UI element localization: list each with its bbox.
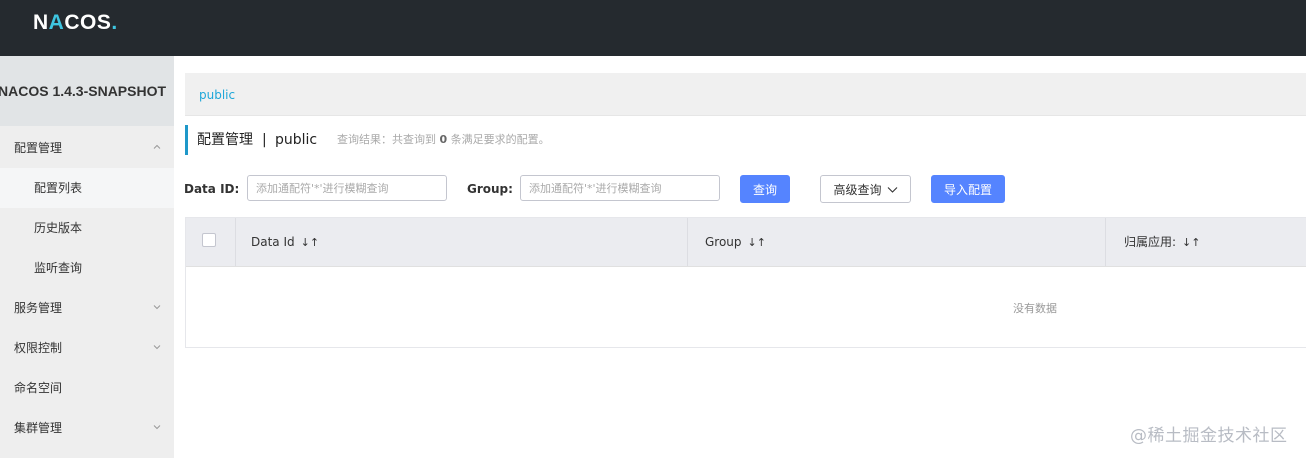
column-group[interactable]: Group ↓↑: [688, 218, 1106, 266]
sidebar-item-label: 历史版本: [34, 221, 83, 235]
import-config-button[interactable]: 导入配置: [931, 175, 1005, 203]
sidebar-item-config-management[interactable]: 配置管理: [0, 128, 174, 168]
sidebar-item-label: 服务管理: [14, 301, 63, 315]
sort-icon[interactable]: ↓↑: [301, 236, 319, 249]
column-label: Group: [705, 235, 742, 249]
sidebar-item-config-list[interactable]: 配置列表: [0, 168, 174, 208]
empty-state-text: 没有数据: [1013, 302, 1057, 315]
sidebar-item-label: 命名空间: [14, 381, 63, 395]
sort-icon[interactable]: ↓↑: [1182, 236, 1200, 249]
column-label: 归属应用:: [1124, 235, 1177, 249]
nacos-logo[interactable]: NACOS.: [33, 11, 118, 35]
import-config-label: 导入配置: [943, 183, 992, 197]
top-bar: NACOS.: [0, 0, 1306, 56]
version-label: NACOS 1.4.3-SNAPSHOT: [0, 83, 167, 99]
sidebar-title: NACOS 1.4.3-SNAPSHOT: [0, 56, 174, 126]
result-suffix: 条满足要求的配置。: [450, 133, 550, 146]
chevron-up-icon: [152, 128, 162, 168]
chevron-down-icon: [887, 177, 898, 205]
page-header: 配置管理 | public 查询结果：共查询到 0 条满足要求的配置。: [185, 125, 550, 155]
sort-icon[interactable]: ↓↑: [748, 236, 766, 249]
sidebar-item-namespace[interactable]: 命名空间: [0, 368, 174, 408]
select-all-checkbox[interactable]: [202, 233, 216, 247]
chevron-down-icon: [152, 328, 162, 368]
namespace-bar: public: [185, 73, 1306, 116]
chevron-down-icon: [152, 408, 162, 448]
query-result-summary: 查询结果：共查询到 0 条满足要求的配置。: [337, 125, 550, 155]
sidebar-item-label: 权限控制: [14, 341, 63, 355]
config-table: Data Id ↓↑ Group ↓↑ 归属应用: ↓↑ 没有数据: [185, 217, 1306, 348]
sidebar-item-cluster-management[interactable]: 集群管理: [0, 408, 174, 448]
table-header: Data Id ↓↑ Group ↓↑ 归属应用: ↓↑: [186, 218, 1306, 267]
column-label: Data Id: [251, 235, 295, 249]
group-label: Group:: [467, 182, 513, 196]
sidebar-item-history-version[interactable]: 历史版本: [0, 208, 174, 248]
sidebar: NACOS 1.4.3-SNAPSHOT 配置管理 配置列表 历史版本 监听查询…: [0, 56, 174, 458]
title-separator: |: [262, 132, 267, 148]
sidebar-item-label: 监听查询: [34, 261, 83, 275]
sidebar-item-access-control[interactable]: 权限控制: [0, 328, 174, 368]
logo-text-n: N: [33, 11, 49, 34]
sidebar-item-label: 配置管理: [14, 141, 63, 155]
result-count: 0: [439, 133, 448, 146]
data-id-label: Data ID:: [184, 182, 240, 196]
page-namespace: public: [275, 132, 318, 148]
sidebar-item-service-management[interactable]: 服务管理: [0, 288, 174, 328]
data-id-input[interactable]: [247, 175, 447, 201]
select-all-column: [186, 218, 236, 266]
result-prefix: 查询结果：共查询到: [337, 133, 436, 146]
logo-dot: .: [111, 11, 118, 34]
search-button[interactable]: 查询: [740, 175, 790, 203]
sidebar-item-listener-query[interactable]: 监听查询: [0, 248, 174, 288]
page-title: 配置管理: [197, 132, 253, 148]
advanced-query-button[interactable]: 高级查询: [820, 175, 911, 203]
logo-text-a: A: [48, 11, 65, 34]
column-app[interactable]: 归属应用: ↓↑: [1106, 218, 1306, 266]
group-input[interactable]: [520, 175, 720, 201]
search-button-label: 查询: [752, 183, 777, 197]
advanced-query-label: 高级查询: [833, 183, 882, 197]
watermark: @稀土掘金技术社区: [1130, 426, 1288, 446]
namespace-tab-public[interactable]: public: [199, 73, 235, 117]
column-data-id[interactable]: Data Id ↓↑: [235, 218, 688, 266]
chevron-down-icon: [152, 288, 162, 328]
logo-text-cos: COS: [64, 11, 112, 34]
sidebar-item-label: 集群管理: [14, 421, 63, 435]
sidebar-item-label: 配置列表: [34, 181, 83, 195]
